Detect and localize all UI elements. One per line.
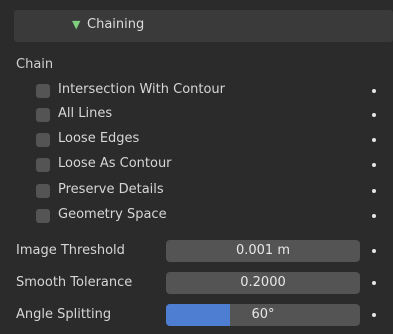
chain-section-label: Chain: [16, 57, 54, 72]
smooth-tolerance-field[interactable]: 0.2000: [166, 272, 360, 294]
chaining-panel-header[interactable]: ▼ Chaining: [14, 10, 393, 42]
keyframe-dot-icon[interactable]: [372, 249, 376, 253]
checkbox[interactable]: [36, 209, 50, 223]
keyframe-dot-icon[interactable]: [372, 281, 376, 285]
keyframe-dot-icon[interactable]: [372, 89, 376, 93]
checkbox-label: Loose As Contour: [58, 156, 172, 171]
smooth-tolerance-value: 0.2000: [240, 275, 286, 290]
keyframe-dot-icon[interactable]: [372, 313, 376, 317]
angle-splitting-label: Angle Splitting: [16, 307, 112, 322]
image-threshold-value: 0.001 m: [235, 243, 290, 258]
keyframe-dot-icon[interactable]: [372, 163, 376, 167]
checkbox[interactable]: [36, 158, 50, 172]
smooth-tolerance-label: Smooth Tolerance: [16, 275, 133, 290]
checkbox-label: All Lines: [58, 106, 113, 121]
checkbox[interactable]: [36, 108, 50, 122]
panel-title: Chaining: [87, 17, 145, 32]
loose-as-contour-option[interactable]: Loose As Contour: [36, 155, 393, 177]
image-threshold-label: Image Threshold: [16, 243, 125, 258]
loose-edges-option[interactable]: Loose Edges: [36, 130, 393, 152]
geometry-space-option[interactable]: Geometry Space: [36, 206, 393, 228]
smooth-tolerance-row: Smooth Tolerance 0.2000: [0, 272, 393, 296]
angle-splitting-slider[interactable]: 60°: [166, 304, 360, 326]
image-threshold-field[interactable]: 0.001 m: [166, 240, 360, 262]
angle-splitting-value: 60°: [251, 307, 275, 322]
preserve-details-option[interactable]: Preserve Details: [36, 181, 393, 203]
keyframe-dot-icon[interactable]: [372, 113, 376, 117]
checkbox-label: Intersection With Contour: [58, 82, 226, 97]
checkbox-label: Preserve Details: [58, 182, 164, 197]
image-threshold-row: Image Threshold 0.001 m: [0, 240, 393, 264]
angle-splitting-row: Angle Splitting 60°: [0, 304, 393, 328]
keyframe-dot-icon[interactable]: [372, 138, 376, 142]
keyframe-dot-icon[interactable]: [372, 214, 376, 218]
checkbox[interactable]: [36, 84, 50, 98]
all-lines-option[interactable]: All Lines: [36, 105, 393, 127]
checkbox[interactable]: [36, 133, 50, 147]
expand-triangle-icon[interactable]: ▼: [72, 18, 80, 31]
checkbox-label: Geometry Space: [58, 207, 167, 222]
checkbox-label: Loose Edges: [58, 131, 140, 146]
checkbox[interactable]: [36, 184, 50, 198]
keyframe-dot-icon[interactable]: [372, 189, 376, 193]
intersection-with-contour-option[interactable]: Intersection With Contour: [36, 81, 393, 103]
